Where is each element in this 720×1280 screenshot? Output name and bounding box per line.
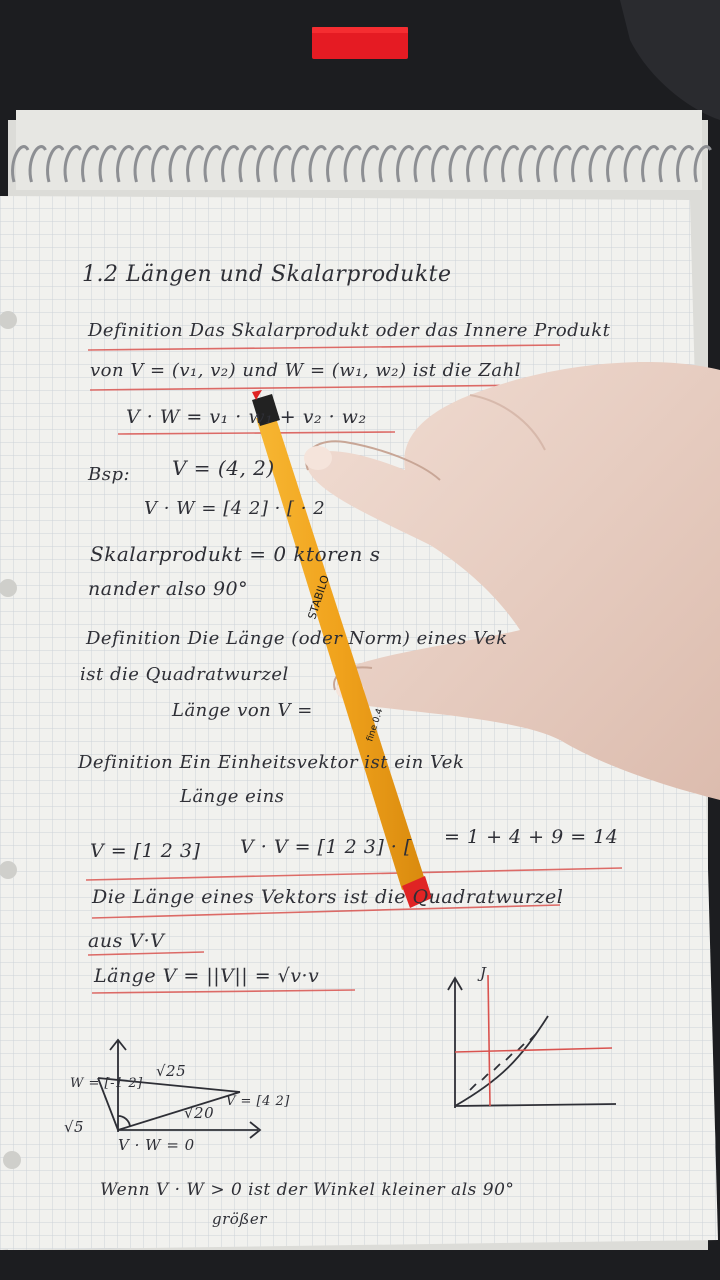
line-skalarprodukt-zero: Skalarprodukt = 0 ktoren s (90, 542, 381, 566)
definition-2-line-3: Länge von V = (172, 700, 313, 721)
triangle-label-v: V = [4 2] (226, 1094, 290, 1109)
definition-1-line-2: von V = (v₁, v₂) und W = (w₁, w₂) ist di… (90, 360, 521, 381)
example-dot-product: V · W = [4 2] · [ · 2 (144, 498, 326, 519)
triangle-label-sqrt20: √20 (184, 1104, 215, 1122)
groesser-note: größer (212, 1210, 267, 1228)
graph-axis-label: J (480, 964, 487, 982)
line-einander-90: nander also 90° (88, 578, 249, 600)
vector-v: V = [1 2 3] (90, 840, 201, 862)
triangle-label-w: W = [-1 2] (70, 1076, 143, 1091)
triangle-label-sqrt5: √5 (64, 1118, 85, 1136)
definition-3-line-1: Definition Ein Einheitsvektor ist ein Ve… (78, 752, 465, 773)
vector-v-dot-v-result: = 1 + 4 + 9 = 14 (444, 826, 619, 848)
triangle-label-vw-zero: V · W = 0 (118, 1136, 195, 1154)
length-line-1: Die Länge eines Vektors ist die Quadratw… (92, 886, 564, 908)
wenn-line: Wenn V · W > 0 ist der Winkel kleiner al… (100, 1180, 515, 1200)
definition-3-line-2: Länge eins (180, 786, 285, 807)
example-label: Bsp: (88, 464, 131, 485)
length-line-2: aus V·V (88, 930, 165, 952)
example-vector-v: V = (4, 2) (172, 456, 275, 480)
definition-2-line-1: Definition Die Länge (oder Norm) eines V… (86, 628, 508, 649)
triangle-label-sqrt25: √25 (156, 1062, 187, 1080)
length-formula: Länge V = ||V|| = √v·v (94, 965, 320, 987)
heading: 1.2 Längen und Skalarprodukte (82, 262, 452, 287)
dot-product-formula: V · W = v₁ · w₁ + v₂ · w₂ (126, 406, 367, 428)
vector-v-dot-v: V · V = [1 2 3] · [ (240, 836, 412, 858)
definition-1-line-1: Definition Das Skalarprodukt oder das In… (88, 320, 611, 341)
definition-2-line-2: ist die Quadratwurzel (80, 664, 289, 685)
